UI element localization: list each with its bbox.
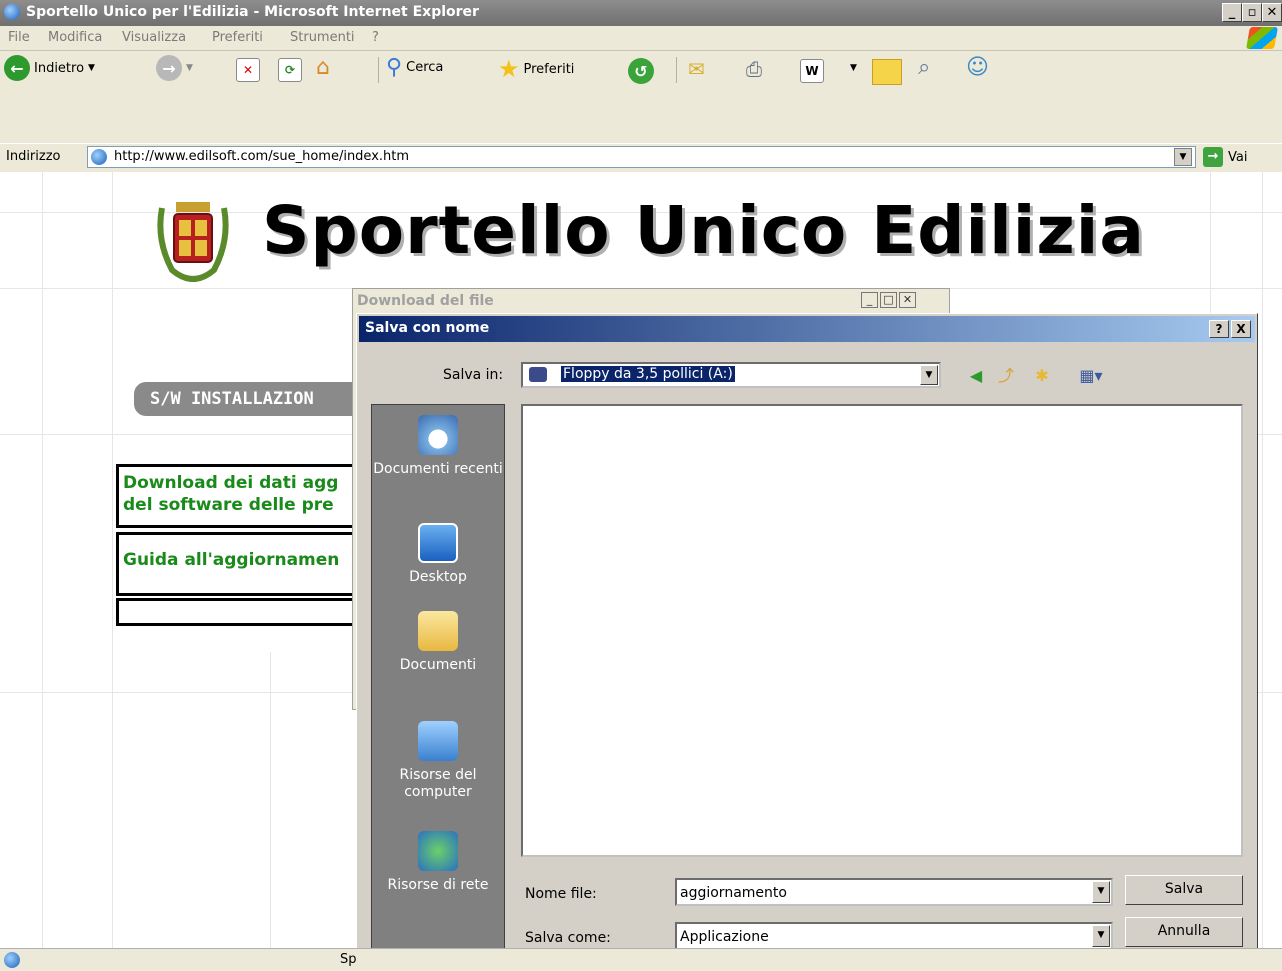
- address-url[interactable]: http://www.edilsoft.com/sue_home/index.h…: [114, 149, 409, 164]
- menu-modifica[interactable]: Modifica: [48, 30, 102, 45]
- download-data-link-box[interactable]: Download dei dati agg del software delle…: [116, 464, 376, 528]
- back-label: Indietro: [34, 60, 85, 76]
- view-menu-icon[interactable]: ▦▾: [1073, 366, 1109, 386]
- window-titlebar[interactable]: Sportello Unico per l'Edilizia - Microso…: [0, 0, 1282, 26]
- places-bar: Documenti recenti Desktop Documenti Riso…: [371, 404, 505, 954]
- filename-value: aggiornamento: [680, 885, 787, 901]
- ie-icon: [4, 4, 20, 20]
- chevron-down-icon[interactable]: ▼: [1092, 881, 1110, 903]
- menu-file[interactable]: File: [8, 30, 30, 45]
- download-data-link[interactable]: Download dei dati agg: [123, 472, 369, 494]
- print-icon[interactable]: ⎙: [746, 57, 762, 81]
- close-dialog-button[interactable]: X: [1231, 320, 1251, 338]
- mail-icon[interactable]: ✉: [688, 57, 705, 81]
- search-icon: ⚲: [386, 55, 403, 80]
- download-data-link-line2[interactable]: del software delle pre: [123, 494, 369, 516]
- menu-visualizza[interactable]: Visualizza: [122, 30, 186, 45]
- forward-arrow-icon: →: [156, 55, 182, 81]
- status-text: Sp: [340, 952, 357, 967]
- filetype-select[interactable]: Applicazione ▼: [675, 922, 1113, 950]
- download-dialog-title: Download del file: [357, 293, 494, 309]
- address-dropdown-icon[interactable]: ▼: [1174, 148, 1192, 166]
- desktop-icon: [418, 523, 458, 563]
- edit-word-icon[interactable]: W: [800, 59, 824, 83]
- save-in-value: Floppy da 3,5 pollici (A:): [560, 365, 736, 383]
- go-button[interactable]: Vai: [1228, 150, 1247, 165]
- maximize-button[interactable]: ▫: [1242, 3, 1262, 22]
- go-arrow-icon[interactable]: →: [1203, 147, 1223, 167]
- close-window-button[interactable]: ✕: [1262, 3, 1282, 22]
- messenger-icon[interactable]: ☺: [966, 55, 989, 80]
- download-minimize-button[interactable]: _: [861, 292, 878, 308]
- window-title: Sportello Unico per l'Edilizia - Microso…: [26, 4, 479, 20]
- floppy-drive-icon: [529, 367, 547, 382]
- help-button[interactable]: ?: [1209, 320, 1229, 338]
- menu-help[interactable]: ?: [372, 30, 379, 45]
- chevron-down-icon[interactable]: ▼: [1092, 925, 1110, 947]
- recent-documents-icon: [418, 415, 458, 455]
- chevron-down-icon[interactable]: ▼: [850, 63, 857, 73]
- place-my-computer[interactable]: Risorse del computer: [372, 721, 504, 801]
- back-arrow-icon: ←: [4, 55, 30, 81]
- file-list[interactable]: [521, 404, 1243, 857]
- windows-logo: [1246, 27, 1278, 49]
- menu-bar: File Modifica Visualizza Preferiti Strum…: [0, 26, 1282, 51]
- new-folder-icon[interactable]: ✱: [1031, 366, 1053, 386]
- save-in-label: Salva in:: [443, 367, 504, 383]
- chevron-down-icon[interactable]: ▼: [920, 365, 938, 385]
- search-button[interactable]: ⚲ Cerca: [386, 55, 443, 80]
- favorites-label: Preferiti: [523, 61, 575, 77]
- refresh-icon[interactable]: ⟳: [278, 58, 302, 82]
- history-icon[interactable]: ↺: [628, 58, 654, 84]
- stop-icon[interactable]: ✕: [236, 58, 260, 82]
- search-label: Cerca: [406, 60, 444, 75]
- place-desktop[interactable]: Desktop: [372, 523, 504, 586]
- empty-link-box: [116, 598, 376, 626]
- filename-input[interactable]: aggiornamento ▼: [675, 878, 1113, 906]
- page-icon: [91, 149, 107, 165]
- network-icon: [418, 831, 458, 871]
- place-network[interactable]: Risorse di rete: [372, 831, 504, 894]
- download-maximize-button[interactable]: □: [880, 292, 897, 308]
- address-input[interactable]: http://www.edilsoft.com/sue_home/index.h…: [87, 146, 1196, 168]
- filetype-label: Salva come:: [525, 930, 611, 946]
- chevron-down-icon: ▼: [88, 63, 95, 73]
- menu-strumenti[interactable]: Strumenti: [290, 30, 355, 45]
- research-icon[interactable]: ⌕: [918, 55, 930, 80]
- cancel-button[interactable]: Annulla: [1125, 917, 1243, 947]
- back-icon[interactable]: ◀: [965, 366, 987, 386]
- back-button[interactable]: ← Indietro ▼: [4, 55, 95, 81]
- download-close-button[interactable]: ✕: [899, 292, 916, 308]
- update-guide-link[interactable]: Guida all'aggiornamen: [123, 549, 369, 571]
- home-icon[interactable]: ⌂: [316, 55, 330, 80]
- status-bar: Sp: [0, 948, 1282, 971]
- save-in-dropdown[interactable]: Floppy da 3,5 pollici (A:) ▼: [521, 362, 941, 388]
- toolbar: ← Indietro ▼ → ▼ ✕ ⟳ ⌂ ⚲ Cerca ★ Preferi…: [0, 51, 1282, 143]
- municipal-crest-logo: [157, 202, 229, 282]
- my-computer-icon: [418, 721, 458, 761]
- star-icon: ★: [498, 55, 520, 83]
- filename-label: Nome file:: [525, 886, 597, 902]
- forward-button[interactable]: → ▼: [156, 55, 193, 81]
- place-my-documents[interactable]: Documenti: [372, 611, 504, 674]
- save-dialog-title: Salva con nome: [365, 320, 490, 336]
- favorites-button[interactable]: ★ Preferiti: [498, 55, 574, 83]
- page-status-icon: [4, 952, 20, 968]
- place-recent-documents[interactable]: Documenti recenti: [372, 415, 504, 478]
- up-folder-icon[interactable]: ⤴: [995, 366, 1017, 386]
- chevron-down-icon: ▼: [186, 63, 193, 73]
- menu-preferiti[interactable]: Preferiti: [212, 30, 263, 45]
- update-guide-link-box[interactable]: Guida all'aggiornamen: [116, 532, 376, 596]
- save-button[interactable]: Salva: [1125, 875, 1243, 905]
- address-bar: Indirizzo http://www.edilsoft.com/sue_ho…: [0, 143, 1282, 172]
- address-label: Indirizzo: [6, 149, 61, 164]
- minimize-button[interactable]: _: [1222, 3, 1242, 22]
- save-dialog-titlebar[interactable]: Salva con nome ? X: [359, 316, 1255, 342]
- site-title: Sportello Unico Edilizia: [262, 192, 1145, 269]
- discuss-icon[interactable]: [872, 59, 902, 85]
- save-as-dialog: Salva con nome ? X Salva in: Floppy da 3…: [356, 313, 1258, 970]
- filetype-value: Applicazione: [680, 929, 769, 945]
- my-documents-icon: [418, 611, 458, 651]
